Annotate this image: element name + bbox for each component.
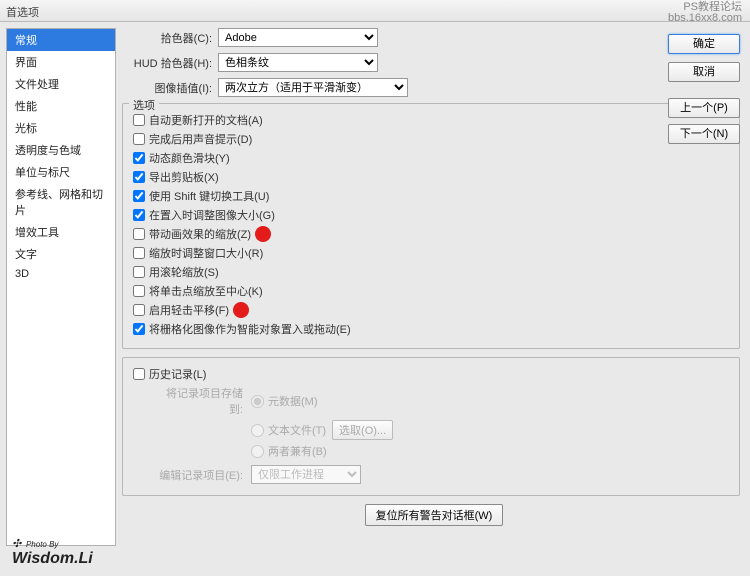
edit-log-select: 仅限工作进程 xyxy=(251,465,361,484)
cancel-button[interactable]: 取消 xyxy=(668,62,740,82)
sidebar-item[interactable]: 单位与标尺 xyxy=(7,161,115,183)
option-checkbox[interactable] xyxy=(133,228,145,240)
edit-log-label: 编辑记录项目(E): xyxy=(153,467,243,483)
sidebar-item[interactable]: 光标 xyxy=(7,117,115,139)
sidebar-item[interactable]: 透明度与色域 xyxy=(7,139,115,161)
category-sidebar: 常规界面文件处理性能光标透明度与色域单位与标尺参考线、网格和切片增效工具文字3D xyxy=(6,28,116,546)
ok-button[interactable]: 确定 xyxy=(668,34,740,54)
content-area: 拾色器(C): Adobe HUD 拾色器(H): 色相条纹 图像插值(I): … xyxy=(120,22,750,552)
both-radio xyxy=(251,445,264,458)
reset-warnings-button[interactable]: 复位所有警告对话框(W) xyxy=(365,504,504,526)
option-label: 导出剪贴板(X) xyxy=(149,169,219,185)
option-label: 启用轻击平移(F) xyxy=(149,302,229,318)
option-checkbox[interactable] xyxy=(133,133,145,145)
options-fieldset: 选项 自动更新打开的文档(A)完成后用声音提示(D)动态颜色滑块(Y)导出剪贴板… xyxy=(122,103,740,349)
sidebar-item[interactable]: 参考线、网格和切片 xyxy=(7,183,115,221)
option-checkbox[interactable] xyxy=(133,285,145,297)
history-checkbox[interactable] xyxy=(133,368,145,380)
option-label: 在置入时调整图像大小(G) xyxy=(149,207,275,223)
interp-select[interactable]: 两次立方（适用于平滑渐变） xyxy=(218,78,408,97)
highlight-dot-icon xyxy=(255,226,271,242)
meta-radio xyxy=(251,395,264,408)
save-to-label: 将记录项目存储到: xyxy=(153,385,243,417)
color-picker-select[interactable]: Adobe xyxy=(218,28,378,47)
sidebar-item[interactable]: 常规 xyxy=(7,29,115,51)
option-label: 动态颜色滑块(Y) xyxy=(149,150,230,166)
sidebar-item[interactable]: 文件处理 xyxy=(7,73,115,95)
select-file-button: 选取(O)... xyxy=(332,420,393,440)
option-label: 使用 Shift 键切换工具(U) xyxy=(149,188,269,204)
sidebar-item[interactable]: 文字 xyxy=(7,243,115,265)
prev-button[interactable]: 上一个(P) xyxy=(668,98,740,118)
option-checkbox[interactable] xyxy=(133,247,145,259)
option-checkbox[interactable] xyxy=(133,152,145,164)
highlight-dot-icon xyxy=(233,302,249,318)
options-legend: 选项 xyxy=(129,97,159,113)
option-checkbox[interactable] xyxy=(133,171,145,183)
option-checkbox[interactable] xyxy=(133,190,145,202)
option-checkbox[interactable] xyxy=(133,209,145,221)
history-label: 历史记录(L) xyxy=(149,366,206,382)
color-picker-label: 拾色器(C): xyxy=(122,30,212,46)
option-checkbox[interactable] xyxy=(133,323,145,335)
history-fieldset: 历史记录(L) 将记录项目存储到: 元数据(M) 文本文件(T) 选取(O)..… xyxy=(122,357,740,496)
option-label: 将单击点缩放至中心(K) xyxy=(149,283,263,299)
text-radio xyxy=(251,424,264,437)
sidebar-item[interactable]: 性能 xyxy=(7,95,115,117)
window-title: 首选项 xyxy=(6,7,39,19)
option-label: 完成后用声音提示(D) xyxy=(149,131,252,147)
sidebar-item[interactable]: 3D xyxy=(7,265,115,283)
hud-picker-select[interactable]: 色相条纹 xyxy=(218,53,378,72)
next-button[interactable]: 下一个(N) xyxy=(668,124,740,144)
hud-picker-label: HUD 拾色器(H): xyxy=(122,55,212,71)
option-label: 自动更新打开的文档(A) xyxy=(149,112,263,128)
option-label: 缩放时调整窗口大小(R) xyxy=(149,245,263,261)
sidebar-item[interactable]: 增效工具 xyxy=(7,221,115,243)
titlebar: 首选项 xyxy=(0,0,750,22)
watermark: PS教程论坛 bbs.16xx8.com xyxy=(668,2,742,24)
author-signature: ✣ Photo By Wisdom.Li xyxy=(12,537,93,568)
sidebar-item[interactable]: 界面 xyxy=(7,51,115,73)
option-label: 将栅格化图像作为智能对象置入或拖动(E) xyxy=(149,321,351,337)
option-checkbox[interactable] xyxy=(133,304,145,316)
option-checkbox[interactable] xyxy=(133,266,145,278)
option-label: 带动画效果的缩放(Z) xyxy=(149,226,251,242)
option-label: 用滚轮缩放(S) xyxy=(149,264,219,280)
interp-label: 图像插值(I): xyxy=(122,80,212,96)
option-checkbox[interactable] xyxy=(133,114,145,126)
